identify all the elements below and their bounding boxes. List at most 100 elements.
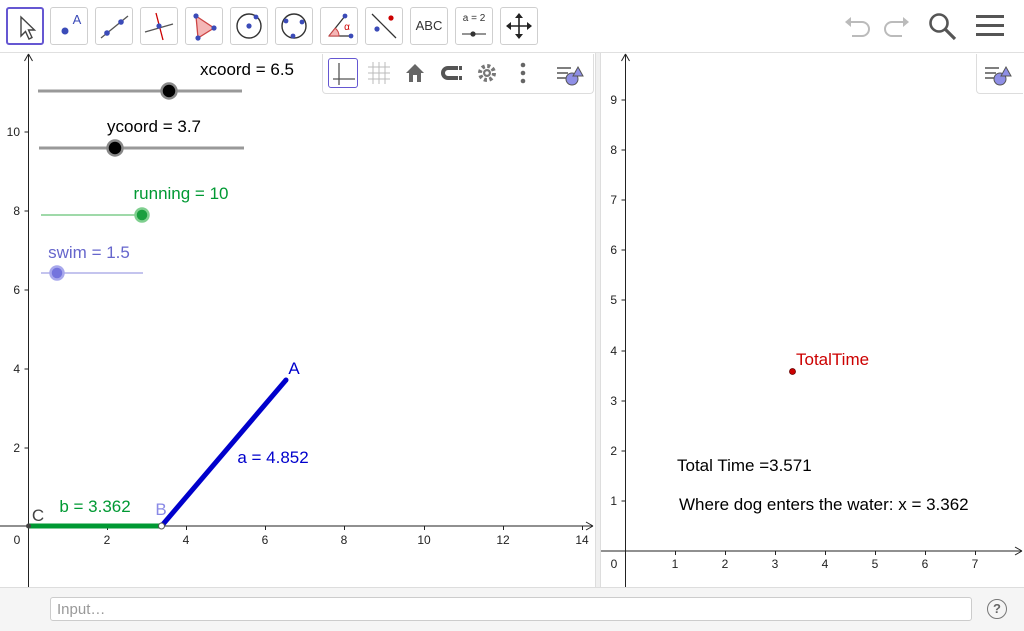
standard-view-button[interactable] [400,58,430,88]
x-tick-label: 4 [183,533,190,547]
point-totaltime-label: TotalTime [796,350,869,369]
point-c[interactable] [26,523,31,529]
grid-icon [368,62,390,84]
hamburger-menu-icon [976,15,1004,36]
perpendicular-line-tool-button[interactable] [140,7,178,45]
point-tool-button[interactable]: A [50,7,88,45]
graphics-2-style-bar [976,54,1023,94]
move-tool-button[interactable] [6,7,44,45]
x2-tick-label: 7 [972,557,979,571]
point-a[interactable] [283,377,289,383]
x-axis-ticks [107,526,583,530]
home-icon [406,64,424,82]
x-tick-label: 2 [104,533,111,547]
perpendicular-line-icon [144,12,174,41]
x2-tick-label: 3 [772,557,779,571]
input-bar: ? [0,587,1024,631]
slider-icon [462,31,486,37]
more-vertical-icon [520,62,526,84]
toggle-axes-button[interactable] [328,58,358,88]
point-b-label: B [155,500,166,519]
graphics-view-2[interactable]: 0 1 2 3 4 5 6 7 1 2 3 4 5 6 7 8 9 TotalT… [601,53,1024,587]
toggle-style-bar-button[interactable] [554,58,584,88]
graphics-view-1[interactable]: 0 2 4 6 8 10 12 14 2 4 6 8 10 xcoord = 6… [0,53,595,587]
graphics-style-bar [322,54,594,94]
x2-tick-label: 2 [722,557,729,571]
toggle-grid-button[interactable] [364,58,394,88]
y-axis-ticks [24,131,29,449]
y-tick-label: 2 [13,441,20,455]
circle-through-points-tool-button[interactable] [275,7,313,45]
x-axis-2-ticks [675,551,976,555]
search-button[interactable] [924,8,960,44]
style-bar-toggle-icon [557,65,584,86]
y-tick-label: 10 [7,125,21,139]
circle-center-icon [236,13,262,39]
search-icon [929,13,957,41]
magnet-icon [441,66,462,80]
undo-icon [845,17,870,37]
polygon-icon [193,13,217,41]
x2-tick-label: 4 [822,557,829,571]
y2-tick-label: 2 [610,444,617,458]
x-tick-label: 14 [575,533,589,547]
point-a-label: A [288,359,300,378]
segment-a-label: a = 4.852 [237,448,308,467]
move-view-tool-button[interactable] [500,7,538,45]
segment-b-label: b = 3.362 [59,497,130,516]
toggle-style-bar-2-button[interactable] [982,58,1018,88]
y2-tick-label: 8 [610,143,617,157]
x-tick-label: 0 [14,533,21,547]
text-tool-button[interactable]: ABC [410,7,448,45]
y2-tick-label: 3 [610,394,617,408]
menu-button[interactable] [972,8,1008,44]
cursor-arrow-icon [20,15,37,40]
graphics-view-2-canvas: 0 1 2 3 4 5 6 7 1 2 3 4 5 6 7 8 9 TotalT… [601,53,1023,587]
graphics-view-1-canvas: 0 2 4 6 8 10 12 14 2 4 6 8 10 xcoord = 6… [0,53,594,587]
toolbar: A α ABC a = 2 [0,0,1024,53]
style-bar-toggle-2-icon [985,65,1012,86]
point-c-label: C [32,506,44,525]
y2-tick-label: 1 [610,494,617,508]
point-tool-letter: A [72,12,82,27]
slider-ycoord-handle[interactable] [106,139,124,157]
slider-running-handle[interactable] [134,207,150,223]
polygon-tool-button[interactable] [185,7,223,45]
x2-tick-label: 5 [872,557,879,571]
more-options-button[interactable] [508,58,538,88]
circle-with-center-tool-button[interactable] [230,7,268,45]
point-totaltime[interactable] [789,368,796,375]
redo-button[interactable] [878,8,914,44]
slider-xcoord-label: xcoord = 6.5 [200,60,294,79]
slider-tool-button[interactable]: a = 2 [455,7,493,45]
x-tick-label: 10 [417,533,431,547]
help-button[interactable]: ? [987,599,1007,619]
y-axis-2-ticks [621,99,626,502]
axes-icon [333,63,355,85]
angle-tool-alpha: α [344,22,350,33]
algebra-input[interactable] [50,597,972,621]
point-capturing-button[interactable] [436,58,466,88]
x-tick-label: 12 [496,533,510,547]
line-icon [100,15,129,39]
point-b[interactable] [158,522,165,530]
graphics-settings-button[interactable] [472,58,502,88]
angle-tool-button[interactable]: α [320,7,358,45]
x2-tick-label: 1 [672,557,679,571]
circle-three-points-icon [281,13,307,39]
reflect-icon [371,13,397,39]
line-tool-button[interactable] [95,7,133,45]
y2-tick-label: 4 [610,344,617,358]
x2-tick-label: 0 [611,557,618,571]
slider-swim-handle[interactable] [49,265,65,281]
reflect-tool-button[interactable] [365,7,403,45]
x-tick-label: 6 [262,533,269,547]
slider-ycoord-label: ycoord = 3.7 [107,117,201,136]
y2-tick-label: 9 [610,93,617,107]
undo-button[interactable] [840,8,876,44]
slider-running-label: running = 10 [134,184,229,203]
slider-xcoord-handle[interactable] [160,82,178,100]
text-tool-label: ABC [415,18,443,33]
dog-enters-water-text: Where dog enters the water: x = 3.362 [679,495,969,514]
y-tick-label: 4 [13,362,20,376]
